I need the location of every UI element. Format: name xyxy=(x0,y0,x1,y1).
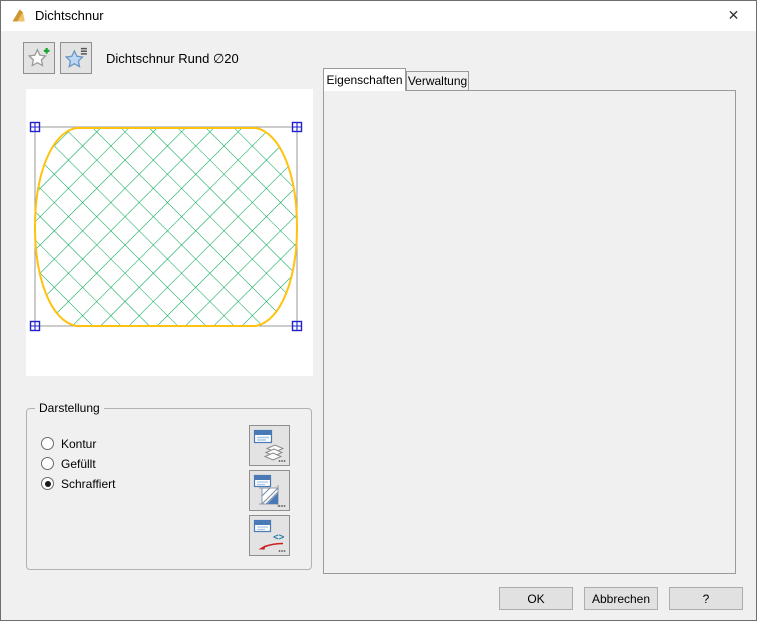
tab-content-pane xyxy=(323,90,736,574)
radio-kontur-label[interactable]: Kontur xyxy=(61,437,96,451)
layers-icon xyxy=(253,429,287,463)
grip-handle[interactable] xyxy=(293,322,302,331)
dichtschnur-dialog: Dichtschnur ✕ Dichtschnur Rund ∅20 xyxy=(0,0,757,621)
title-bar: Dichtschnur ✕ xyxy=(1,1,756,31)
radio-gefuellt[interactable] xyxy=(41,457,54,470)
code-settings-button[interactable]: <> xyxy=(249,515,290,556)
window-title: Dichtschnur xyxy=(35,1,104,31)
radio-gefuellt-label[interactable]: Gefüllt xyxy=(61,457,96,471)
seal-preview-canvas[interactable] xyxy=(26,89,313,376)
tab-eigenschaften[interactable]: Eigenschaften xyxy=(323,68,406,91)
radio-schraffiert[interactable] xyxy=(41,477,54,490)
seal-cross-section-shape xyxy=(35,128,297,326)
ok-button[interactable]: OK xyxy=(499,587,573,610)
grip-handle[interactable] xyxy=(31,322,40,331)
layer-settings-button[interactable] xyxy=(249,425,290,466)
darstellung-group-title: Darstellung xyxy=(35,401,104,415)
help-button[interactable]: ? xyxy=(669,587,743,610)
radio-schraffiert-label[interactable]: Schraffiert xyxy=(61,477,115,491)
favorite-menu-button[interactable] xyxy=(60,42,92,74)
grip-handle[interactable] xyxy=(293,123,302,132)
code-icon: <> xyxy=(253,519,287,553)
app-logo-icon xyxy=(11,8,27,24)
favorite-add-button[interactable] xyxy=(23,42,55,74)
star-menu-icon xyxy=(64,47,88,69)
grip-handle[interactable] xyxy=(31,123,40,132)
close-icon[interactable]: ✕ xyxy=(711,1,756,30)
svg-text:<>: <> xyxy=(273,532,285,543)
radio-kontur[interactable] xyxy=(41,437,54,450)
hatch-icon xyxy=(253,474,287,508)
tab-verwaltung[interactable]: Verwaltung xyxy=(406,71,469,90)
cancel-button[interactable]: Abbrechen xyxy=(584,587,658,610)
hatch-settings-button[interactable] xyxy=(249,470,290,511)
item-name-label: Dichtschnur Rund ∅20 xyxy=(106,51,239,67)
seal-preview-drawing xyxy=(26,89,313,376)
star-plus-icon xyxy=(27,47,51,69)
